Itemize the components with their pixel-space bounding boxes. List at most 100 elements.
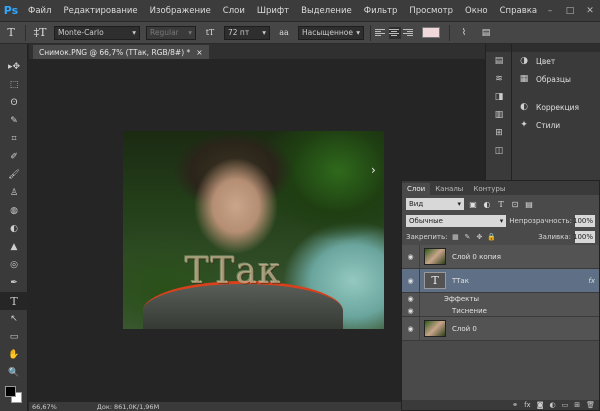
panel-expand-icon[interactable]: › <box>371 163 376 177</box>
crop-tool-icon[interactable]: ⌗ <box>0 130 28 148</box>
panel-adjustments[interactable]: ◐ Коррекция <box>512 98 600 116</box>
right-panel-group: ◑ Цвет ▦ Образцы ◐ Коррекция ✦ Стили <box>511 44 600 180</box>
menu-type[interactable]: Шрифт <box>251 6 295 16</box>
eye-icon[interactable]: ◉ <box>402 305 420 316</box>
font-size-icon: tT <box>205 28 215 37</box>
opacity-input[interactable]: 100% <box>573 215 595 227</box>
filter-pixel-icon[interactable]: ▣ <box>468 198 478 210</box>
clone-stamp-tool-icon[interactable]: ♙ <box>0 184 28 202</box>
character-panel-icon[interactable]: ▤ <box>477 24 495 42</box>
blend-mode-select[interactable]: Обычные ▾ <box>406 215 507 227</box>
font-family-value: Monte-Carlo <box>58 28 104 37</box>
dodge-tool-icon[interactable]: ◎ <box>0 256 28 274</box>
quick-select-tool-icon[interactable]: ✎ <box>0 112 28 130</box>
font-family-select[interactable]: Monte-Carlo ▾ <box>54 25 140 40</box>
minimize-icon[interactable]: – <box>540 0 560 22</box>
link-layers-icon[interactable]: ⚭ <box>512 401 518 409</box>
brush-panel-icon[interactable]: ≋ <box>486 70 512 88</box>
menu-layers[interactable]: Слои <box>217 6 251 16</box>
eraser-tool-icon[interactable]: ◐ <box>0 220 28 238</box>
text-color-swatch[interactable] <box>422 27 440 38</box>
type-tool-icon[interactable]: T <box>0 292 28 310</box>
menu-filter[interactable]: Фильтр <box>358 6 404 16</box>
filter-smart-object-icon[interactable]: ▤ <box>524 198 534 210</box>
color-swatches[interactable] <box>0 382 28 410</box>
add-mask-icon[interactable]: ◙ <box>537 401 544 409</box>
lock-transparency-icon[interactable]: ▦ <box>451 233 459 241</box>
history-brush-tool-icon[interactable]: ◍ <box>0 202 28 220</box>
layer-name: TTак <box>452 276 469 285</box>
character-panel-icon[interactable]: ▥ <box>486 106 512 124</box>
path-selection-tool-icon[interactable]: ↖ <box>0 310 28 328</box>
panel-color[interactable]: ◑ Цвет <box>512 52 600 70</box>
layer-row[interactable]: ◉ Слой 0 <box>402 317 599 341</box>
font-size-select[interactable]: 72 пт ▾ <box>224 25 270 40</box>
new-group-icon[interactable]: ▭ <box>562 401 569 409</box>
lock-all-icon[interactable]: 🔒 <box>487 233 496 241</box>
healing-brush-tool-icon[interactable]: 🖌 <box>0 166 28 184</box>
new-layer-icon[interactable]: ⊞ <box>574 401 580 409</box>
close-tab-icon[interactable]: × <box>196 48 202 57</box>
canvas-text-layer[interactable]: TTак <box>185 251 282 292</box>
menu-help[interactable]: Справка <box>494 6 543 16</box>
lock-position-icon[interactable]: ✥ <box>475 233 483 241</box>
tab-layers[interactable]: Слои <box>402 183 431 195</box>
lock-pixels-icon[interactable]: ✎ <box>463 233 471 241</box>
move-tool-icon[interactable]: ▸✥ <box>0 58 28 76</box>
filter-type-icon[interactable]: T <box>496 198 506 210</box>
marquee-tool-icon[interactable]: ⬚ <box>0 76 28 94</box>
document-tab[interactable]: Снимок.PNG @ 66,7% (TTак, RGB/8#) * × <box>33 45 209 59</box>
pen-tool-icon[interactable]: ✒ <box>0 274 28 292</box>
layer-row[interactable]: ◉ T TTак fx <box>402 269 599 293</box>
zoom-tool-icon[interactable]: 🔍 <box>0 364 28 382</box>
font-style-select[interactable]: Regular ▾ <box>146 25 196 40</box>
rectangle-tool-icon[interactable]: ▭ <box>0 328 28 346</box>
gradient-tool-icon[interactable]: ▲ <box>0 238 28 256</box>
fx-badge-icon[interactable]: fx <box>588 277 595 285</box>
paragraph-panel-icon[interactable]: ⊞ <box>486 124 512 142</box>
close-icon[interactable]: ✕ <box>580 0 600 22</box>
menu-view[interactable]: Просмотр <box>403 6 459 16</box>
trash-icon[interactable]: 🗑 <box>586 401 595 409</box>
menu-select[interactable]: Выделение <box>295 6 358 16</box>
layer-row[interactable]: ◉ Слой 0 копия <box>402 245 599 269</box>
fill-input[interactable]: 100% <box>573 231 595 243</box>
restore-icon[interactable]: □ <box>560 0 580 22</box>
foreground-color-swatch[interactable] <box>5 386 16 397</box>
zoom-level[interactable]: 66,67% <box>32 403 57 411</box>
align-left-icon[interactable] <box>375 27 387 39</box>
layer-effect-row[interactable]: ◉ Тиснение <box>402 305 599 317</box>
tab-channels[interactable]: Каналы <box>430 183 468 195</box>
filter-shape-icon[interactable]: ⊡ <box>510 198 520 210</box>
add-style-icon[interactable]: fx <box>524 401 531 409</box>
eye-icon[interactable]: ◉ <box>402 317 420 340</box>
panel-swatches[interactable]: ▦ Образцы <box>512 70 600 88</box>
lasso-tool-icon[interactable]: ʘ <box>0 94 28 112</box>
menu-image[interactable]: Изображение <box>144 6 217 16</box>
new-adjustment-icon[interactable]: ◐ <box>550 401 556 409</box>
eye-icon[interactable]: ◉ <box>402 245 420 268</box>
warp-text-icon[interactable]: ⌇ <box>455 24 473 42</box>
tab-paths[interactable]: Контуры <box>468 183 510 195</box>
menu-edit[interactable]: Редактирование <box>57 6 143 16</box>
history-panel-icon[interactable]: ▤ <box>486 52 512 70</box>
filter-adjustment-icon[interactable]: ◐ <box>482 198 492 210</box>
panel-styles[interactable]: ✦ Стили <box>512 116 600 134</box>
hand-tool-icon[interactable]: ✋ <box>0 346 28 364</box>
fill-label: Заливка: <box>538 233 571 241</box>
eyedropper-tool-icon[interactable]: ✐ <box>0 148 28 166</box>
menu-file[interactable]: Файл <box>22 6 57 16</box>
align-center-icon[interactable] <box>389 26 401 39</box>
type-tool-preset-icon[interactable]: T <box>2 24 20 42</box>
properties-panel-icon[interactable]: ◫ <box>486 142 512 160</box>
menu-window[interactable]: Окно <box>459 6 494 16</box>
align-right-icon[interactable] <box>403 27 415 39</box>
eye-icon[interactable]: ◉ <box>402 269 420 292</box>
layer-effects-row[interactable]: ◉ Эффекты <box>402 293 599 305</box>
clone-source-panel-icon[interactable]: ◨ <box>486 88 512 106</box>
eye-icon[interactable]: ◉ <box>402 293 420 305</box>
filter-kind-select[interactable]: Вид ▾ <box>406 198 464 210</box>
antialias-select[interactable]: Насыщенное ▾ <box>298 25 364 40</box>
text-orientation-icon[interactable]: ‡T <box>31 24 49 42</box>
document-canvas[interactable]: TTак <box>123 131 384 329</box>
